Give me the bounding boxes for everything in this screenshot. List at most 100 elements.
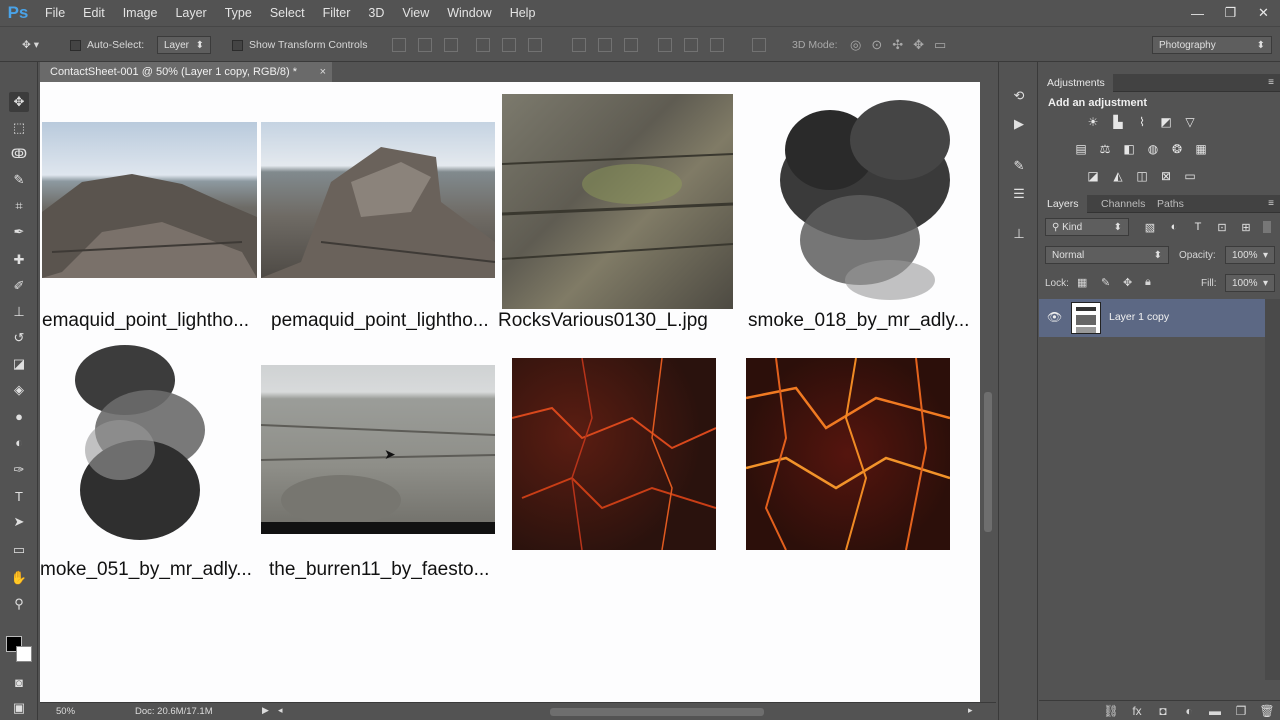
scroll-right-icon[interactable]: ▸ — [968, 705, 973, 716]
history-panel-icon[interactable]: ⟲ — [1009, 86, 1029, 106]
scroll-left-icon[interactable]: ◂ — [278, 705, 283, 716]
menu-edit[interactable]: Edit — [74, 0, 114, 26]
properties-panel-icon[interactable]: ☰ — [1009, 184, 1029, 204]
crop-tool-icon[interactable]: ⌗ — [9, 196, 29, 216]
vibrance-icon[interactable]: ▽ — [1181, 114, 1199, 130]
black-white-icon[interactable]: ◧ — [1120, 141, 1138, 157]
threshold-icon[interactable]: ◫ — [1133, 168, 1151, 184]
zoom-level[interactable]: 50% — [56, 706, 75, 717]
distribute-left-icon[interactable] — [658, 38, 672, 52]
thumbnail-smoke-018[interactable] — [760, 90, 970, 305]
selective-color-icon[interactable]: ⊠ — [1157, 168, 1175, 184]
menu-window[interactable]: Window — [438, 0, 500, 26]
menu-help[interactable]: Help — [501, 0, 545, 26]
paint-bucket-tool-icon[interactable]: ◈ — [9, 380, 29, 400]
lock-image-icon[interactable]: ✎ — [1101, 276, 1110, 289]
distribute-top-icon[interactable] — [572, 38, 586, 52]
align-top-icon[interactable] — [392, 38, 406, 52]
thumbnail-the-burren[interactable] — [261, 365, 495, 534]
brightness-contrast-icon[interactable]: ☀ — [1084, 114, 1102, 130]
panel-menu-icon[interactable]: ≡ — [1268, 77, 1274, 88]
show-transform-group[interactable]: Show Transform Controls — [232, 37, 367, 53]
new-adjustment-icon[interactable]: ◐ — [1176, 704, 1202, 718]
brush-tool-icon[interactable]: ✐ — [9, 276, 29, 296]
menu-image[interactable]: Image — [114, 0, 167, 26]
filter-pixel-icon[interactable]: ▧ — [1141, 219, 1159, 235]
menu-select[interactable]: Select — [261, 0, 314, 26]
fill-field[interactable]: 100% ▾ — [1225, 274, 1275, 292]
3d-mode-icons[interactable]: ◎⊙✣✥▭ — [850, 37, 956, 53]
eraser-tool-icon[interactable]: ◪ — [9, 354, 29, 374]
quick-mask-icon[interactable]: ◙ — [9, 672, 29, 692]
layers-tab[interactable]: Layers — [1039, 195, 1087, 213]
lock-transparent-icon[interactable]: ▦ — [1077, 276, 1087, 289]
path-select-tool-icon[interactable]: ➤ — [9, 512, 29, 532]
panel-menu-icon[interactable]: ≡ — [1268, 198, 1274, 209]
menu-layer[interactable]: Layer — [166, 0, 215, 26]
dodge-tool-icon[interactable]: ◐ — [9, 432, 29, 452]
thumbnail-lava-texture-1[interactable] — [512, 358, 716, 550]
auto-select-dropdown[interactable]: Layer ⬍ — [157, 36, 211, 54]
link-layers-icon[interactable]: ⛓ — [1098, 704, 1124, 718]
hue-saturation-icon[interactable]: ▤ — [1072, 141, 1090, 157]
invert-icon[interactable]: ◪ — [1084, 168, 1102, 184]
gradient-map-icon[interactable]: ▭ — [1181, 168, 1199, 184]
pen-tool-icon[interactable]: ✑ — [9, 460, 29, 480]
new-layer-icon[interactable]: ❐ — [1228, 704, 1254, 718]
blend-mode-dropdown[interactable]: Normal ⬍ — [1045, 246, 1169, 264]
layers-scrollbar[interactable] — [1265, 299, 1280, 680]
channel-mixer-icon[interactable]: ❂ — [1168, 141, 1186, 157]
close-tab-icon[interactable]: × — [320, 66, 326, 78]
new-group-icon[interactable]: ▬ — [1202, 704, 1228, 718]
lock-all-icon[interactable]: 🔒︎ — [1145, 276, 1151, 289]
posterize-icon[interactable]: ◭ — [1109, 168, 1127, 184]
thumbnail-rocks-various[interactable] — [502, 94, 733, 309]
distribute-vcenter-icon[interactable] — [598, 38, 612, 52]
distribute-hcenter-icon[interactable] — [684, 38, 698, 52]
brush-panel-icon[interactable]: ✎ — [1009, 156, 1029, 176]
horizontal-scroll-thumb[interactable] — [550, 708, 764, 716]
type-tool-icon[interactable]: T — [9, 486, 29, 506]
layer-style-icon[interactable]: fx — [1124, 704, 1150, 718]
align-left-icon[interactable] — [476, 38, 490, 52]
color-lookup-icon[interactable]: ▦ — [1192, 141, 1210, 157]
healing-tool-icon[interactable]: ✚ — [9, 250, 29, 270]
auto-align-icon[interactable] — [752, 38, 766, 52]
document-tab[interactable]: ContactSheet-001 @ 50% (Layer 1 copy, RG… — [40, 62, 332, 82]
adjustments-tab[interactable]: Adjustments — [1039, 74, 1113, 92]
layer-row[interactable]: 👁︎ Layer 1 copy — [1039, 299, 1265, 337]
opacity-field[interactable]: 100% ▾ — [1225, 246, 1275, 264]
exposure-icon[interactable]: ◩ — [1157, 114, 1175, 130]
lock-position-icon[interactable]: ✥ — [1123, 276, 1132, 289]
auto-select-checkbox-group[interactable]: Auto-Select: — [70, 37, 144, 53]
hand-tool-icon[interactable]: ✋ — [9, 568, 29, 588]
align-hcenter-icon[interactable] — [502, 38, 516, 52]
thumbnail-pemaquid-2[interactable] — [261, 122, 495, 278]
filter-type-icon[interactable]: T — [1189, 219, 1207, 235]
blur-tool-icon[interactable]: ● — [9, 406, 29, 426]
align-right-icon[interactable] — [528, 38, 542, 52]
stamp-tool-icon[interactable]: ⊥ — [9, 302, 29, 322]
add-mask-icon[interactable]: ◘ — [1150, 704, 1176, 718]
filter-smart-object-icon[interactable]: ⊞ — [1237, 219, 1255, 235]
channels-tab[interactable]: Channels — [1093, 195, 1153, 213]
menu-filter[interactable]: Filter — [314, 0, 360, 26]
background-color-swatch[interactable] — [16, 646, 32, 662]
workspace-dropdown[interactable]: Photography ⬍ — [1152, 36, 1272, 54]
restore-button[interactable]: ❐ — [1214, 0, 1247, 26]
thumbnail-smoke-051[interactable] — [60, 340, 220, 556]
photo-filter-icon[interactable]: ◍ — [1144, 141, 1162, 157]
minimize-button[interactable]: — — [1181, 0, 1214, 26]
filter-shape-icon[interactable]: ⊡ — [1213, 219, 1231, 235]
align-vcenter-icon[interactable] — [418, 38, 432, 52]
eye-icon[interactable]: 👁︎ — [1047, 310, 1062, 324]
thumbnail-pemaquid-1[interactable] — [42, 122, 257, 278]
align-bottom-icon[interactable] — [444, 38, 458, 52]
zoom-tool-icon[interactable]: ⚲ — [9, 594, 29, 614]
play-arrow-icon[interactable]: ▶ — [262, 705, 269, 716]
clone-source-panel-icon[interactable]: ⊥ — [1009, 224, 1029, 244]
actions-panel-icon[interactable]: ▶ — [1009, 114, 1029, 134]
menu-3d[interactable]: 3D — [359, 0, 393, 26]
close-window-button[interactable]: ✕ — [1247, 0, 1280, 26]
delete-layer-icon[interactable]: 🗑︎ — [1254, 704, 1280, 718]
